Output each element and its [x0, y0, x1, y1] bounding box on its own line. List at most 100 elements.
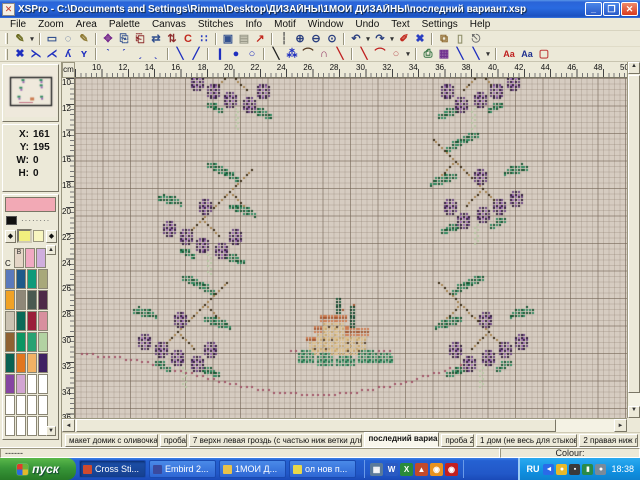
french-knot-tool[interactable]: ○	[244, 47, 260, 61]
quarter-stitch-tool-3[interactable]: ˏ	[132, 47, 148, 61]
palette-swatch[interactable]	[38, 395, 48, 415]
tab-2[interactable]: 7 верхн левая гроздь (с частью ниж ветки…	[189, 434, 363, 447]
text-tool-red[interactable]: Aa	[500, 47, 518, 61]
palette-swatch[interactable]	[5, 395, 15, 415]
menu-file[interactable]: File	[4, 19, 32, 30]
text-tool[interactable]: Aa	[518, 47, 536, 61]
pointer-mode-button[interactable]: ↗	[252, 32, 268, 46]
maximize-button[interactable]: ❐	[603, 2, 620, 16]
task-button-1[interactable]: Embird 2...	[149, 460, 216, 478]
quicklaunch-word-icon[interactable]: W	[385, 463, 398, 476]
palette-swatch[interactable]	[38, 332, 48, 352]
close-button[interactable]: ✕	[621, 2, 638, 16]
palette-scroll-up-button[interactable]: ▲	[46, 245, 56, 255]
pattern-repeat-tool[interactable]: ∷	[196, 32, 212, 46]
motif-manager-button[interactable]: ⎙	[420, 47, 436, 61]
scroll-left-button[interactable]: ◄	[62, 419, 75, 432]
tray-shield-icon[interactable]: ▮	[582, 464, 593, 475]
palette-swatch[interactable]	[27, 332, 37, 352]
vertical-scroll-thumb[interactable]	[628, 75, 640, 393]
menu-stitches[interactable]: Stitches	[192, 19, 240, 30]
palette-swatch[interactable]	[27, 416, 37, 436]
special-stitch-tool-1[interactable]: ╲	[452, 47, 468, 61]
rect-select-tool[interactable]: ▭	[44, 32, 60, 46]
export-window-button[interactable]: ⎋	[468, 32, 484, 46]
quicklaunch-excel-icon[interactable]: X	[400, 463, 413, 476]
palette-swatch[interactable]	[16, 290, 26, 310]
palette-scroll-down-button[interactable]: ▼	[46, 426, 56, 436]
backstitch-multi-tool[interactable]: ⁂	[284, 47, 300, 61]
tab-4[interactable]: проба 2	[441, 434, 474, 447]
poly-select-tool[interactable]: ◌	[60, 32, 76, 46]
tab-0[interactable]: макет домик с оливочками	[65, 434, 158, 447]
circle-tool[interactable]: ○	[388, 47, 404, 61]
menu-zoom[interactable]: Zoom	[32, 19, 70, 30]
tray-volume-icon[interactable]: ●	[595, 464, 606, 475]
palette-swatch[interactable]	[16, 374, 26, 394]
scroll-down-button[interactable]: ▼	[628, 406, 640, 418]
menu-help[interactable]: Help	[464, 19, 497, 30]
tab-1[interactable]: проба	[160, 434, 187, 447]
palette-swatch[interactable]	[5, 416, 15, 436]
tab-6[interactable]: 2 правая ниж гр	[579, 434, 638, 447]
scroll-right-button[interactable]: ►	[614, 419, 627, 432]
pin-stitch-tool[interactable]: ❙	[212, 47, 228, 61]
palette-swatch[interactable]	[38, 290, 48, 310]
redo-dropdown[interactable]: ▾	[388, 32, 396, 46]
marker-left-button[interactable]: ◆	[5, 230, 16, 243]
palette-swatch[interactable]	[5, 332, 15, 352]
palette-swatch[interactable]	[16, 269, 26, 289]
undo-dropdown[interactable]: ▾	[364, 32, 372, 46]
quicklaunch-display-icon[interactable]: ▦	[370, 463, 383, 476]
half-cross-tool-1[interactable]: ʎ	[60, 47, 76, 61]
copy-selection-tool[interactable]: ⎘	[116, 32, 132, 46]
draw-color-pencil[interactable]: ✐	[396, 32, 412, 46]
palette-swatch[interactable]	[38, 374, 48, 394]
special-stitch-tool-2[interactable]: ╲	[468, 47, 484, 61]
menu-motif[interactable]: Motif	[268, 19, 302, 30]
task-button-3[interactable]: ол нов п...	[289, 460, 356, 478]
scroll-up-button[interactable]: ▲	[628, 62, 640, 74]
menu-text[interactable]: Text	[385, 19, 415, 30]
backstitch-tool[interactable]: ╲	[268, 47, 284, 61]
palette-swatch[interactable]	[16, 353, 26, 373]
palette-swatch[interactable]	[16, 332, 26, 352]
tray-app-icon[interactable]: ▪	[569, 464, 580, 475]
quicklaunch-orange-icon[interactable]: ◉	[430, 463, 443, 476]
export-image-button[interactable]: ▤	[236, 32, 252, 46]
menu-undo[interactable]: Undo	[349, 19, 385, 30]
quarter-stitch-tool-1[interactable]: ˋ	[100, 47, 116, 61]
pencil-dropdown[interactable]: ▾	[28, 32, 36, 46]
thread-guide-button[interactable]: ┆	[276, 32, 292, 46]
palette-swatch[interactable]	[5, 311, 15, 331]
design-canvas[interactable]	[75, 78, 628, 418]
palette-header-swatch[interactable]	[25, 248, 35, 268]
tab-3[interactable]: последний вариант	[364, 432, 439, 447]
tray-color-icon[interactable]: ●	[556, 464, 567, 475]
start-button[interactable]: пуск	[0, 458, 76, 480]
quicklaunch-media-icon[interactable]: ◉	[445, 463, 458, 476]
pencil-tool[interactable]: ✎	[12, 32, 28, 46]
overview-window-button[interactable]: ▣	[220, 32, 236, 46]
curve-stitch-tool-1[interactable]: ⌒	[300, 47, 316, 61]
quarter-stitch-tool-2[interactable]: ˊ	[116, 47, 132, 61]
palette-swatch[interactable]	[27, 290, 37, 310]
tray-language-icon[interactable]: ◄	[543, 464, 554, 475]
vertical-scrollbar[interactable]: ▲ ▼	[627, 62, 640, 418]
selected-color-swatch[interactable]	[17, 229, 32, 243]
erase-stitch-button[interactable]: ✖	[412, 32, 428, 46]
marker-right-button[interactable]: ◆	[46, 230, 57, 243]
menu-window[interactable]: Window	[302, 19, 350, 30]
quicklaunch-paint-icon[interactable]: ▲	[415, 463, 428, 476]
zoom-in-button[interactable]: ⊕	[292, 32, 308, 46]
palette-swatch[interactable]	[16, 395, 26, 415]
minimize-button[interactable]: _	[585, 2, 602, 16]
longstitch-tool[interactable]: ╲	[356, 47, 372, 61]
secondary-color-swatch[interactable]	[33, 230, 44, 242]
menu-canvas[interactable]: Canvas	[146, 19, 192, 30]
palette-swatch[interactable]	[38, 311, 48, 331]
palette-swatch[interactable]	[27, 374, 37, 394]
special-stitch-dropdown[interactable]: ▾	[484, 47, 492, 61]
chart-page-button[interactable]: ▯	[452, 32, 468, 46]
task-button-2[interactable]: 1МОИ Д...	[219, 460, 286, 478]
